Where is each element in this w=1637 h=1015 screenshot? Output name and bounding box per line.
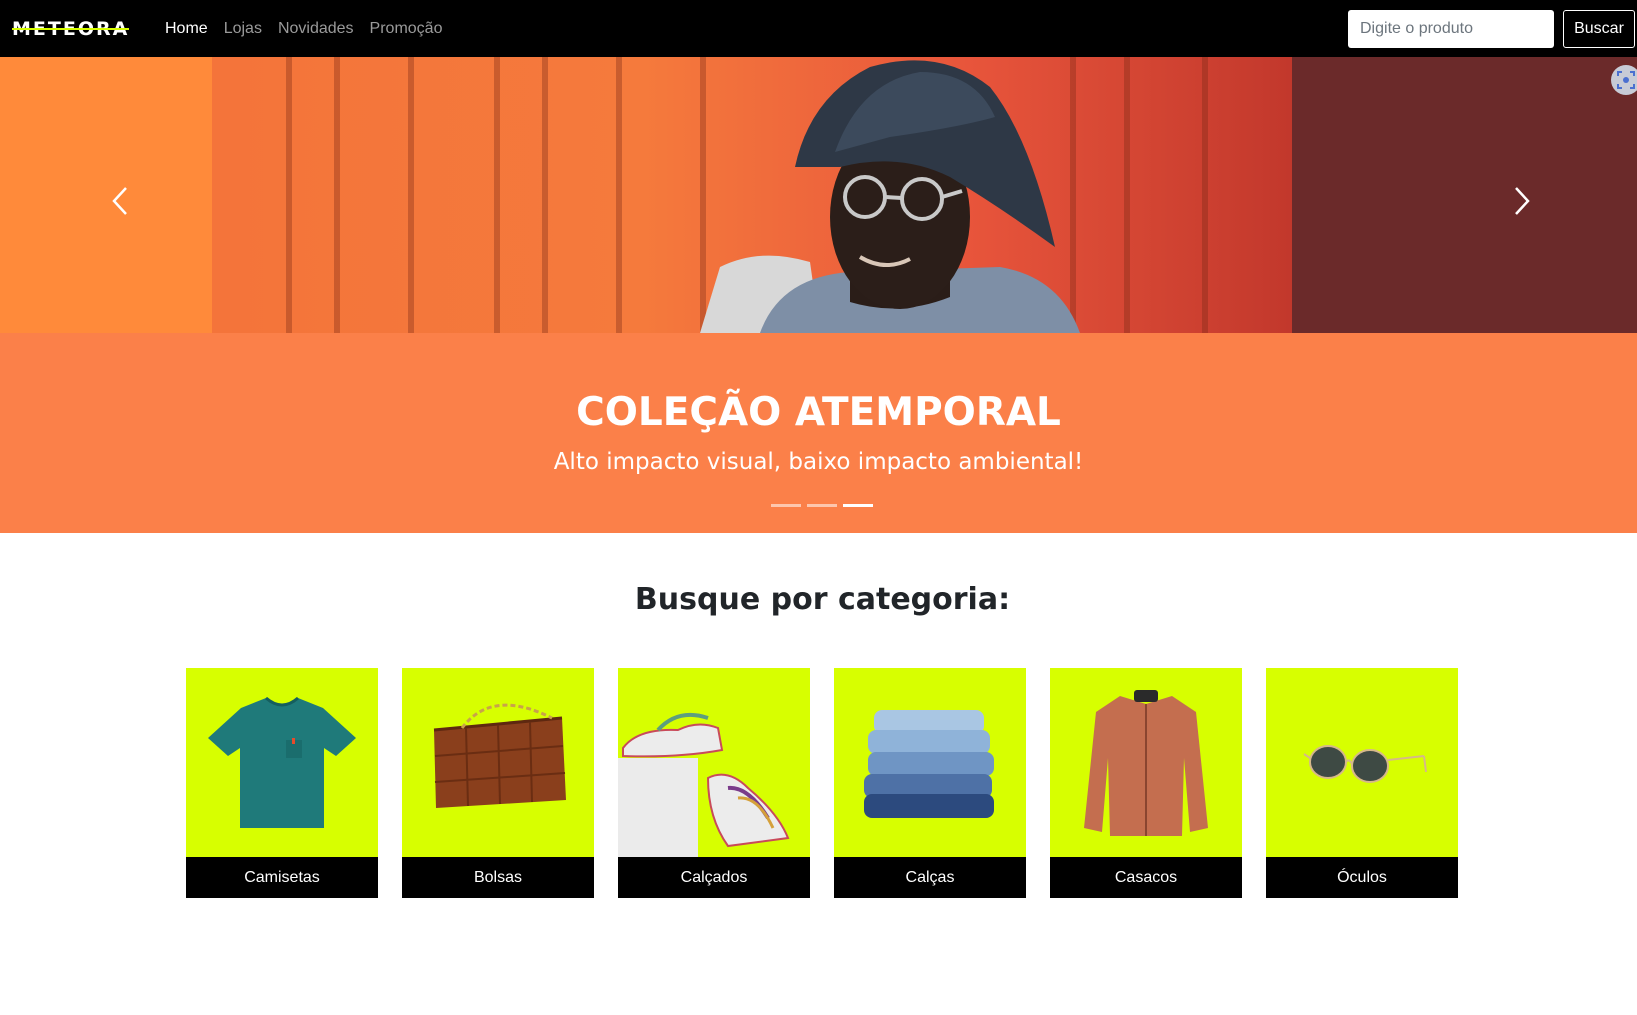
category-image-bolsas	[402, 668, 594, 857]
hero-bg-right	[1292, 57, 1637, 333]
sunglasses-icon	[1303, 745, 1427, 783]
category-image-calcados	[618, 668, 810, 857]
hero-caption: COLEÇÃO ATEMPORAL Alto impacto visual, b…	[0, 333, 1637, 533]
lens-search-button[interactable]	[1611, 65, 1637, 95]
category-label-casacos: Casacos	[1050, 857, 1242, 898]
brand-logo-stripe	[12, 28, 130, 30]
bag-icon	[433, 703, 566, 808]
categories-title: Busque por categoria:	[634, 582, 1011, 617]
jacket-icon	[1084, 690, 1208, 836]
nav-link-promocao[interactable]: Promoção	[370, 20, 443, 38]
hero-carousel	[0, 57, 1637, 333]
carousel-indicator-3[interactable]	[843, 504, 873, 507]
category-list: Camisetas Bolsas Calçados Calças Casacos…	[186, 668, 1458, 898]
category-image-calcas	[834, 668, 1026, 857]
category-card-oculos[interactable]: Óculos	[1266, 668, 1458, 898]
chevron-right-icon	[1515, 187, 1530, 215]
carousel-indicator-2[interactable]	[807, 504, 837, 507]
category-card-bolsas[interactable]: Bolsas	[402, 668, 594, 898]
category-label-camisetas: Camisetas	[186, 857, 378, 898]
category-image-camisetas	[186, 668, 378, 857]
category-card-calcados[interactable]: Calçados	[618, 668, 810, 898]
search-button[interactable]: Buscar	[1563, 10, 1635, 48]
nav-link-lojas[interactable]: Lojas	[224, 20, 262, 38]
carousel-next-button[interactable]	[1502, 181, 1542, 221]
category-label-oculos: Óculos	[1266, 857, 1458, 898]
category-card-calcas[interactable]: Calças	[834, 668, 1026, 898]
nav-links: Home Lojas Novidades Promoção	[165, 0, 442, 57]
category-image-casacos	[1050, 668, 1242, 857]
hero-title: COLEÇÃO ATEMPORAL	[576, 390, 1061, 435]
tshirt-icon	[208, 696, 356, 828]
category-card-casacos[interactable]: Casacos	[1050, 668, 1242, 898]
category-label-calcas: Calças	[834, 857, 1026, 898]
category-label-bolsas: Bolsas	[402, 857, 594, 898]
carousel-prev-button[interactable]	[100, 181, 140, 221]
visual-search-icon	[1617, 71, 1635, 89]
category-label-calcados: Calçados	[618, 857, 810, 898]
category-card-camisetas[interactable]: Camisetas	[186, 668, 378, 898]
brand-logo[interactable]: METEORA	[12, 17, 130, 41]
chevron-left-icon	[112, 187, 127, 215]
sneakers-icon	[618, 713, 790, 857]
category-image-oculos	[1266, 668, 1458, 857]
hero-model-image	[700, 60, 1080, 333]
top-navbar: METEORA Home Lojas Novidades Promoção Bu…	[0, 0, 1637, 57]
jeans-icon	[864, 710, 994, 818]
nav-link-home[interactable]: Home	[165, 20, 208, 38]
carousel-indicator-1[interactable]	[771, 504, 801, 507]
nav-link-novidades[interactable]: Novidades	[278, 20, 354, 38]
carousel-indicators	[771, 504, 873, 507]
search-input[interactable]	[1348, 10, 1554, 48]
hero-subtitle: Alto impacto visual, baixo impacto ambie…	[553, 449, 1084, 475]
